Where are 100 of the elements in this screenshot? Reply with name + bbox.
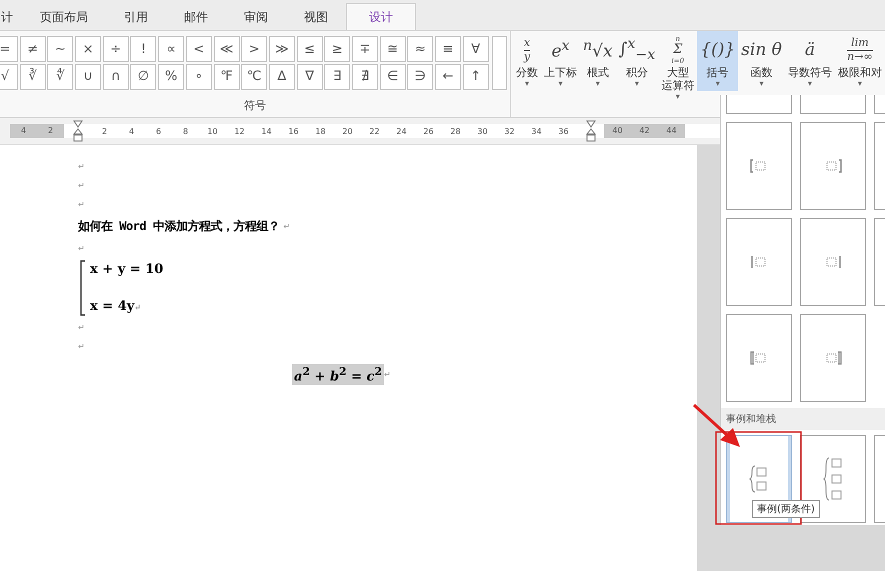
ruler-number: 24	[395, 126, 408, 136]
ruler-number: 4	[10, 124, 37, 138]
tooltip: 事例(两条件)	[752, 500, 820, 518]
symbol-button[interactable]: ∆	[268, 64, 295, 90]
symbol-button[interactable]: √	[0, 64, 18, 90]
ruler-number: 30	[476, 126, 489, 136]
symbol-button[interactable]: ×	[75, 36, 102, 62]
ruler-number: 8	[182, 126, 190, 136]
group-label: 符号	[243, 98, 267, 113]
symbol-button[interactable]: ℃	[241, 64, 268, 90]
symbol-button[interactable]: ∛	[20, 64, 46, 90]
symbol-button[interactable]: ∪	[75, 64, 102, 90]
gallery-item[interactable]	[726, 218, 792, 306]
symbol-button[interactable]: ∩	[102, 64, 129, 90]
ruler-number: 34	[530, 126, 543, 136]
math-icon: $^{n}$√x	[583, 39, 613, 61]
symbol-button[interactable]: ≈	[407, 36, 434, 62]
section-header: 事例和堆栈	[721, 408, 885, 430]
math-icon: sin θ	[741, 42, 782, 58]
ruler-number: 16	[287, 126, 300, 136]
cases-icon	[822, 456, 844, 502]
symbol-button[interactable]: ∄	[352, 64, 378, 90]
ruler-number: 18	[314, 126, 327, 136]
caret-icon: ▾	[808, 79, 812, 89]
gallery-item[interactable]	[726, 314, 792, 402]
structure-button[interactable]: {()} 括号 ▾	[697, 31, 738, 91]
indent-marker-icon[interactable]	[72, 120, 82, 142]
ribbon-tab[interactable]: 邮件	[166, 3, 226, 30]
ribbon-tab[interactable]: 引用	[106, 3, 166, 30]
gallery-item[interactable]	[800, 314, 866, 402]
caret-icon: ▾	[858, 79, 862, 89]
caret-icon: ▾	[676, 92, 680, 102]
gallery-scrollbar[interactable]	[492, 36, 507, 90]
symbol-button[interactable]: ←	[435, 64, 461, 90]
ruler-number: 20	[341, 126, 354, 136]
symbol-button[interactable]: ≅	[380, 36, 406, 62]
gallery-item[interactable]	[800, 218, 866, 306]
indent-marker-icon[interactable]	[586, 120, 596, 142]
structure-button[interactable]: sin θ 函数 ▾	[738, 31, 785, 91]
gallery-item[interactable]	[800, 122, 866, 210]
symbol-button[interactable]: ∝	[158, 36, 184, 62]
ribbon-tab[interactable]: 审阅	[226, 3, 286, 30]
caret-icon: ▾	[558, 79, 562, 89]
symbol-button[interactable]: %	[158, 64, 184, 90]
ruler-number: 4	[128, 126, 136, 136]
paragraph-mark: ↵	[78, 323, 85, 332]
ruler-number: 40	[604, 124, 631, 138]
symbol-button[interactable]: ~	[47, 36, 74, 62]
symbol-button[interactable]: <	[186, 36, 212, 62]
symbol-button[interactable]: ≥	[324, 36, 350, 62]
math-icon: {()}	[700, 42, 736, 58]
paragraph-mark: ↵	[384, 370, 391, 380]
structure-button[interactable]: $^{n}$√x 根式 ▾	[580, 31, 616, 91]
gallery-item[interactable]	[800, 435, 866, 523]
paragraph-mark: ↵	[78, 244, 85, 253]
symbol-button[interactable]: ∈	[380, 64, 406, 90]
ruler-number: 2	[37, 124, 64, 138]
symbol-button[interactable]: ≠	[20, 36, 46, 62]
structure-button[interactable]: ä 导数符号 ▾	[784, 31, 835, 91]
symbol-button[interactable]: ∘	[186, 64, 212, 90]
structure-button[interactable]: x y 分数 ▾	[513, 31, 541, 91]
symbol-button[interactable]: ∋	[407, 64, 434, 90]
paragraph-mark: ↵	[134, 302, 141, 312]
symbol-button[interactable]: >	[241, 36, 268, 62]
paragraph-mark: ↵	[78, 181, 85, 190]
ruler-number: 2	[100, 126, 108, 136]
gallery-item[interactable]	[726, 95, 792, 114]
symbol-button[interactable]: ∜	[47, 64, 74, 90]
ribbon-tab[interactable]: 设计	[346, 3, 416, 30]
structure-button[interactable]: lim n→∞ 极限和对 ▾	[834, 31, 885, 91]
heading-text: 如何在 Word 中添加方程式，方程组？	[78, 218, 280, 235]
ruler-number: 36	[557, 126, 570, 136]
symbol-button[interactable]: ≤	[296, 36, 323, 62]
caret-icon: ▾	[634, 79, 639, 89]
symbol-button[interactable]: ∃	[324, 64, 350, 90]
symbol-button[interactable]: ↑	[462, 64, 489, 90]
paragraph-mark: ↵	[78, 200, 85, 209]
symbol-button[interactable]: ℉	[214, 64, 240, 90]
caret-icon: ▾	[524, 79, 529, 89]
paragraph-mark: ↵	[78, 162, 85, 171]
symbol-button[interactable]: ∀	[462, 36, 489, 62]
symbol-button[interactable]: ∓	[352, 36, 378, 62]
ruler-number: 26	[422, 126, 435, 136]
symbol-button[interactable]: ∇	[296, 64, 323, 90]
ribbon-tab[interactable]: 页面布局	[22, 3, 106, 30]
gallery-item[interactable]	[726, 122, 792, 210]
symbol-button[interactable]: !	[130, 36, 156, 62]
ribbon-tab[interactable]: 计	[0, 3, 22, 30]
symbol-button[interactable]: =	[0, 36, 18, 62]
symbol-button[interactable]: ÷	[102, 36, 129, 62]
ruler-number: 14	[260, 126, 273, 136]
symbol-button[interactable]: ∅	[130, 64, 156, 90]
symbol-button[interactable]: ≫	[268, 36, 295, 62]
gallery-item[interactable]	[800, 95, 866, 114]
symbol-button[interactable]: ≡	[435, 36, 461, 62]
ribbon-tab[interactable]: 视图	[286, 3, 346, 30]
math-icon: ä	[804, 42, 815, 58]
symbol-button[interactable]: ≪	[214, 36, 240, 62]
structure-button[interactable]: e$^{x}$ 上下标 ▾	[541, 31, 580, 91]
brace-icon	[78, 260, 86, 316]
